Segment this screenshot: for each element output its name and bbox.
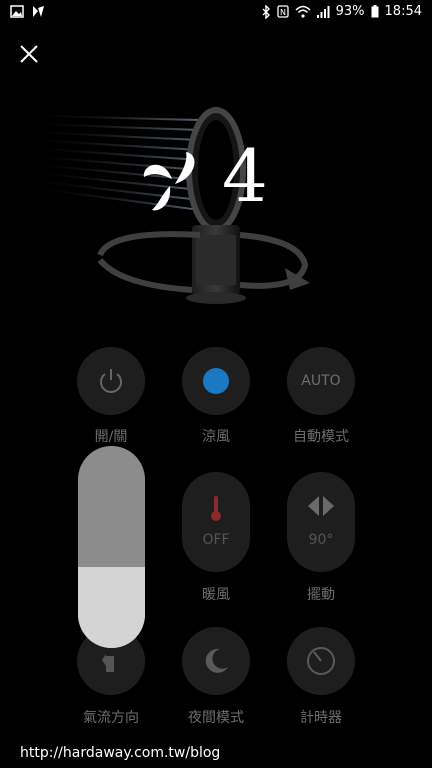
airflow-direction-icon xyxy=(102,654,114,672)
app-notification-icon xyxy=(33,6,44,17)
gallery-notification-icon xyxy=(10,5,24,18)
auto-mode-button[interactable]: AUTO xyxy=(287,347,355,415)
night-mode-label: 夜間模式 xyxy=(188,710,244,726)
power-icon xyxy=(100,369,122,393)
speed-slider-fill xyxy=(78,567,145,648)
moon-icon xyxy=(205,648,228,673)
heat-value: OFF xyxy=(202,532,230,548)
fan-device-image xyxy=(19,107,310,304)
heat-mode-button[interactable]: OFF xyxy=(182,472,250,572)
base-grille xyxy=(196,235,236,285)
power-button[interactable] xyxy=(77,347,145,415)
nfc-icon: N xyxy=(276,5,289,18)
cool-mode-button[interactable] xyxy=(182,347,250,415)
timer-label: 計時器 xyxy=(300,710,342,726)
timer-icon xyxy=(307,647,335,675)
svg-text:N: N xyxy=(280,8,286,17)
oscillate-arrows-icon xyxy=(308,496,334,516)
auto-mode-label: 自動模式 xyxy=(293,429,349,445)
status-left-icons xyxy=(10,5,45,18)
fan-speed-level: 4 xyxy=(222,134,268,218)
auto-icon: AUTO xyxy=(301,373,341,389)
battery-icon xyxy=(371,5,379,18)
oscillate-button[interactable]: 90° xyxy=(287,472,355,572)
speed-slider[interactable] xyxy=(78,446,145,648)
airflow-direction-label: 氣流方向 xyxy=(83,710,139,726)
signal-icon xyxy=(316,5,330,18)
cool-mode-label: 涼風 xyxy=(202,429,230,445)
battery-percent: 93% xyxy=(335,4,365,19)
fan-foot xyxy=(186,292,246,304)
power-label: 開/關 xyxy=(94,429,128,445)
heat-mode-label: 暖風 xyxy=(202,587,230,603)
oscillate-label: 擺動 xyxy=(307,587,335,603)
thermometer-icon xyxy=(211,496,221,521)
status-right-icons: N 93% 18:54 xyxy=(262,4,422,19)
watermark-url: http://hardaway.com.tw/blog xyxy=(20,745,221,761)
airflow-lines xyxy=(19,114,201,211)
timer-button[interactable] xyxy=(287,627,355,695)
clock: 18:54 xyxy=(384,4,422,19)
status-bar: N 93% 18:54 xyxy=(0,0,432,26)
wifi-icon xyxy=(295,5,311,18)
rotation-arrowhead xyxy=(285,268,310,290)
oscillate-value: 90° xyxy=(308,532,334,548)
bluetooth-icon xyxy=(262,4,270,19)
night-mode-button[interactable] xyxy=(182,627,250,695)
cool-mode-indicator xyxy=(203,368,229,394)
close-icon[interactable] xyxy=(18,43,40,65)
